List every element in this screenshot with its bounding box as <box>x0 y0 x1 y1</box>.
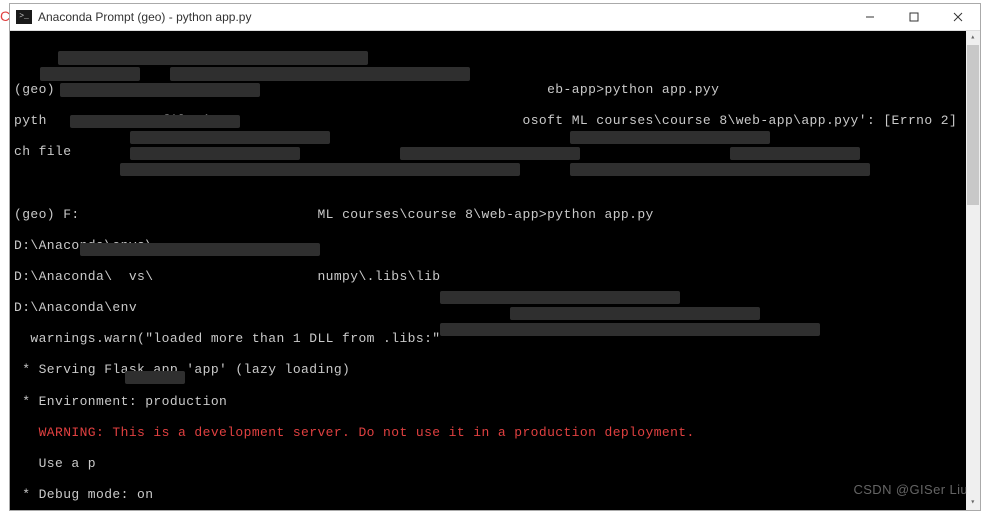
minimize-button[interactable] <box>848 4 892 30</box>
scroll-thumb[interactable] <box>967 45 979 205</box>
close-button[interactable] <box>936 4 980 30</box>
window-title: Anaconda Prompt (geo) - python app.py <box>38 10 848 24</box>
warning-line: WARNING: This is a development server. D… <box>14 425 978 441</box>
redaction <box>570 131 770 144</box>
maximize-icon <box>909 12 919 22</box>
titlebar[interactable]: Anaconda Prompt (geo) - python app.py <box>10 4 980 31</box>
window-controls <box>848 4 980 30</box>
redaction <box>120 163 520 176</box>
output-line: (geo) eb-app>python app.pyy <box>14 82 978 98</box>
scrollbar[interactable]: ▴ ▾ <box>966 31 980 510</box>
redaction <box>40 67 140 81</box>
terminal-window: Anaconda Prompt (geo) - python app.py (g… <box>9 3 981 511</box>
terminal-body[interactable]: (geo) eb-app>python app.pyy pyth pen fil… <box>10 31 980 510</box>
close-icon <box>953 12 963 22</box>
output-line: D:\Anaconda\ vs\ numpy\.libs\lib md64.dl… <box>14 269 978 285</box>
redaction <box>130 131 330 144</box>
output-line: Use a p <box>14 456 978 472</box>
output-line <box>14 175 978 191</box>
redaction <box>570 163 870 176</box>
output-line: D:\Anaconda\env win_amd64.dll <box>14 300 978 316</box>
output-line: * Environment: production <box>14 394 978 410</box>
output-line: * Serving Flask app 'app' (lazy loading) <box>14 362 978 378</box>
scroll-track[interactable] <box>966 45 980 496</box>
output-line <box>14 51 978 67</box>
output-line: D:\Anaconda\envs\ os: <box>14 238 978 254</box>
output-line: * Debug mode: on <box>14 487 978 503</box>
minimize-icon <box>865 12 875 22</box>
terminal-icon <box>16 10 32 24</box>
scroll-up-button[interactable]: ▴ <box>966 31 980 45</box>
output-line: (geo) F: ML courses\course 8\web-app>pyt… <box>14 207 978 223</box>
maximize-button[interactable] <box>892 4 936 30</box>
scroll-down-button[interactable]: ▾ <box>966 496 980 510</box>
output-line: pyth pen file 'F. osoft ML courses\cours… <box>14 113 978 129</box>
redaction <box>170 67 470 81</box>
output-line: warnings.warn("loaded more than 1 DLL fr… <box>14 331 978 347</box>
output-line: ch file <box>14 144 978 160</box>
